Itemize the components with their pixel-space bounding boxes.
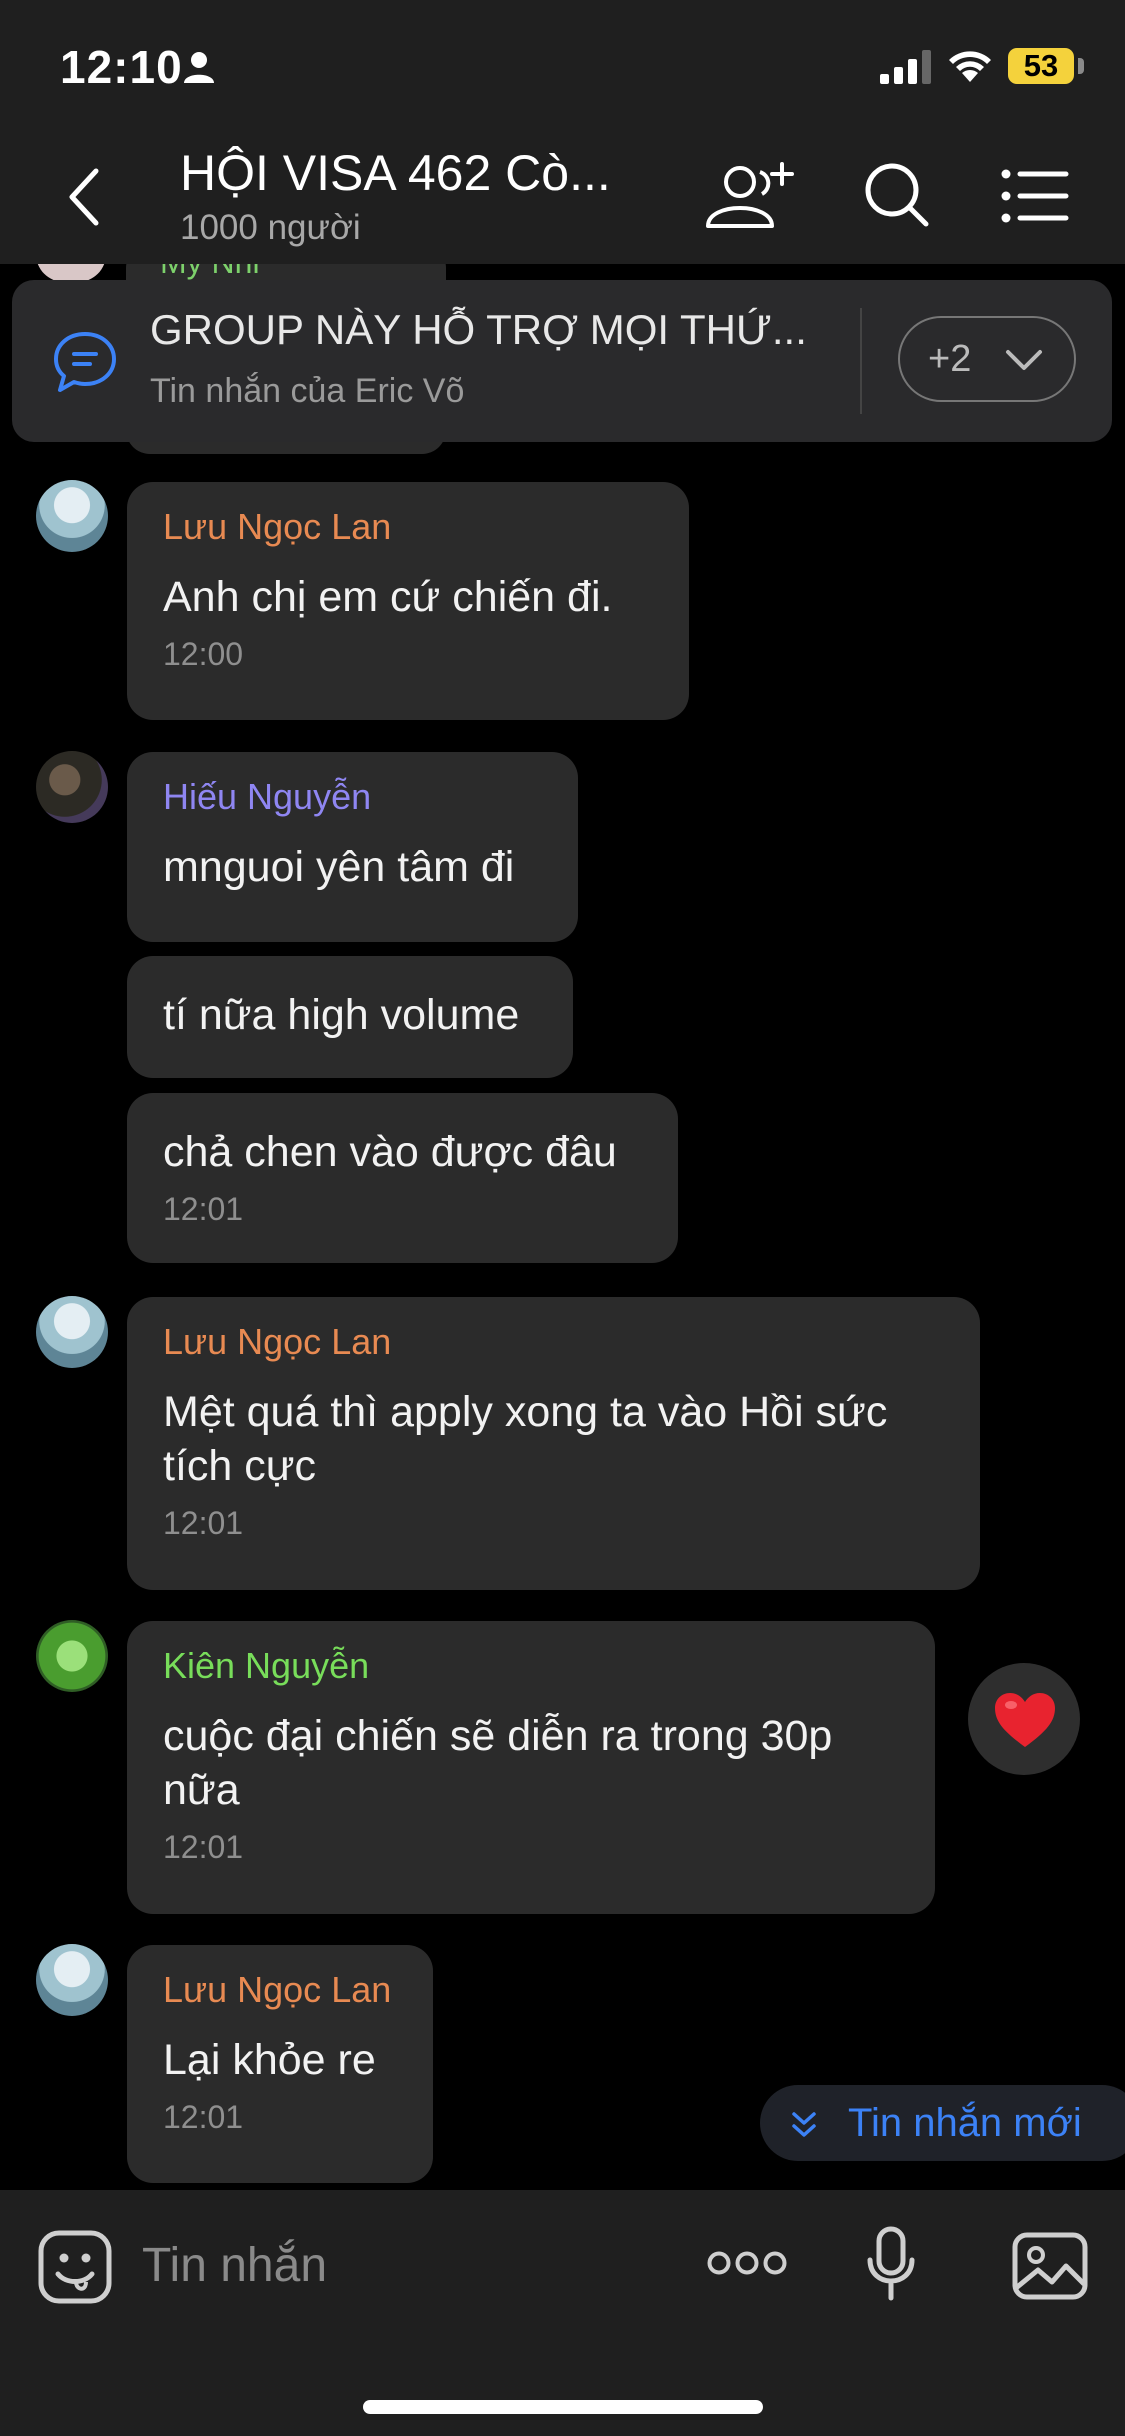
message-bubble[interactable]: Kiên Nguyễn cuộc đại chiến sẽ diễn ra tr… — [127, 1621, 935, 1914]
home-indicator — [363, 2400, 763, 2414]
chevron-down-icon — [1006, 350, 1042, 370]
more-options-icon[interactable] — [706, 2250, 788, 2276]
new-messages-label: Tin nhắn mới — [848, 2101, 1082, 2145]
pinned-message-author: Tin nhắn của Eric Võ — [150, 372, 465, 410]
message-text: tí nữa high volume — [163, 991, 520, 1039]
status-bar: 12:10 53 — [0, 0, 1125, 130]
image-gallery-icon[interactable] — [1012, 2232, 1088, 2300]
message-text: Lại khỏe re — [163, 2036, 376, 2084]
sender-name[interactable]: Kiên Nguyễn — [163, 1645, 899, 1687]
message-text: chả chen vào được đâu — [163, 1128, 617, 1176]
message-input[interactable] — [140, 2224, 664, 2306]
message-text: mnguoi yên tâm đi — [163, 843, 515, 891]
pinned-more-button[interactable]: +2 — [898, 316, 1076, 402]
message-time: 12:01 — [163, 1191, 244, 1227]
message-bubble[interactable]: Lưu Ngọc Lan Anh chị em cứ chiến đi. 12:… — [127, 482, 689, 720]
chat-header: HỘI VISA 462 Cò... 1000 người — [0, 130, 1125, 264]
double-chevron-down-icon — [792, 2112, 816, 2137]
avatar[interactable] — [36, 1620, 108, 1692]
avatar[interactable] — [36, 480, 108, 552]
status-time: 12:10 — [60, 41, 183, 93]
menu-list-icon[interactable] — [1000, 166, 1070, 226]
message-text: Mệt quá thì apply xong ta vào Hồi sức tí… — [163, 1388, 888, 1490]
pinned-message-title: GROUP NÀY HỖ TRỢ MỌI THỨ... — [150, 306, 807, 353]
avatar[interactable] — [36, 751, 108, 823]
wifi-icon — [949, 51, 991, 82]
chat-bubble-icon — [54, 332, 116, 392]
sender-name[interactable]: Lưu Ngọc Lan — [163, 506, 653, 548]
battery-cap — [1078, 58, 1084, 74]
member-count: 1000 người — [180, 208, 361, 247]
message-time: 12:01 — [163, 2099, 244, 2135]
group-title[interactable]: HỘI VISA 462 Cò... — [180, 144, 611, 202]
cellular-signal-icon — [880, 50, 931, 84]
message-bubble[interactable]: chả chen vào được đâu 12:01 — [127, 1093, 678, 1263]
message-time: 12:01 — [163, 1505, 244, 1541]
heart-icon — [995, 1693, 1055, 1747]
avatar[interactable] — [36, 1944, 108, 2016]
sender-name[interactable]: Lưu Ngọc Lan — [163, 1321, 944, 1363]
message-text: cuộc đại chiến sẽ diễn ra trong 30p nữa — [163, 1712, 833, 1814]
sticker-emoji-icon[interactable] — [38, 2230, 112, 2304]
message-text: Anh chị em cứ chiến đi. — [163, 573, 613, 621]
new-messages-button[interactable]: Tin nhắn mới — [760, 2085, 1125, 2161]
pinned-message-banner[interactable]: GROUP NÀY HỖ TRỢ MỌI THỨ... Tin nhắn của… — [12, 280, 1112, 442]
sender-name[interactable]: Lưu Ngọc Lan — [163, 1969, 397, 2011]
sender-name: My Nhi — [160, 264, 260, 281]
search-icon[interactable] — [862, 160, 932, 230]
avatar[interactable] — [36, 1296, 108, 1368]
add-member-icon[interactable] — [700, 158, 796, 234]
message-bubble[interactable]: tí nữa high volume — [127, 956, 573, 1078]
microphone-icon[interactable] — [866, 2226, 916, 2302]
message-bubble[interactable]: Lưu Ngọc Lan Lại khỏe re 12:01 — [127, 1945, 433, 2183]
message-composer — [0, 2190, 1125, 2436]
divider — [860, 308, 862, 414]
sender-name[interactable]: Hiếu Nguyễn — [163, 776, 542, 818]
battery-indicator: 53 — [1008, 48, 1074, 84]
message-list[interactable]: My Nhi Lưu Ngọc Lan Anh chị em cứ chiến … — [0, 264, 1125, 2190]
message-bubble[interactable]: Lưu Ngọc Lan Mệt quá thì apply xong ta v… — [127, 1297, 980, 1590]
pinned-more-count: +2 — [928, 338, 972, 380]
back-chevron-icon[interactable] — [62, 165, 106, 229]
reaction-badge[interactable] — [968, 1663, 1080, 1775]
message-bubble[interactable]: Hiếu Nguyễn mnguoi yên tâm đi — [127, 752, 578, 942]
message-time: 12:01 — [163, 1829, 244, 1865]
message-time: 12:00 — [163, 636, 244, 672]
person-icon — [184, 52, 214, 83]
